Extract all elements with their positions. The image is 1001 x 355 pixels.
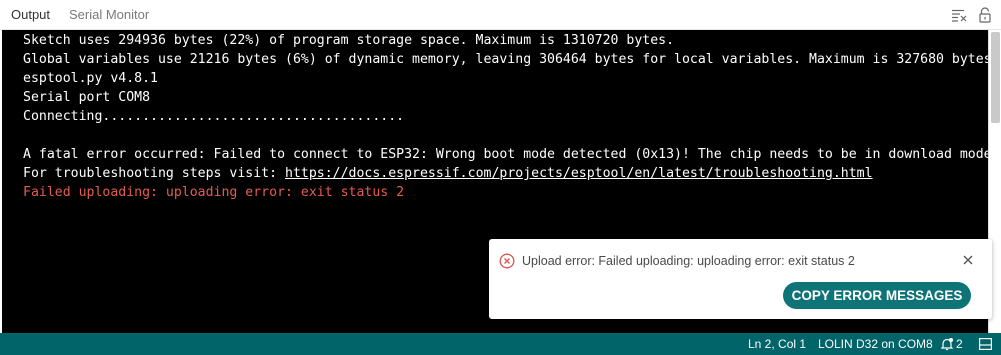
console-line: esptool.py v4.8.1	[23, 71, 158, 86]
console-line: Serial port COM8	[23, 90, 151, 105]
troubleshooting-prefix: For troubleshooting steps visit:	[23, 166, 286, 181]
console-line: Global variables use 21216 bytes (6%) of…	[23, 52, 988, 67]
bell-icon	[940, 338, 954, 351]
clear-output-icon[interactable]	[951, 7, 967, 23]
copy-error-messages-button[interactable]: COPY ERROR MESSAGES	[783, 282, 971, 309]
notification-message: Upload error: Failed uploading: uploadin…	[522, 254, 855, 268]
status-bar: Ln 2, Col 1 LOLIN D32 on COM8 2	[0, 333, 1001, 355]
console-line: A fatal error occurred: Failed to connec…	[23, 147, 988, 162]
scrollbar-thumb[interactable]	[991, 32, 1000, 123]
tab-output[interactable]: Output	[11, 7, 50, 23]
troubleshooting-link[interactable]: https://docs.espressif.com/projects/espt…	[285, 166, 873, 181]
console-line-troubleshooting: For troubleshooting steps visit: https:/…	[23, 164, 873, 183]
lock-scroll-icon[interactable]	[977, 7, 993, 23]
cursor-position[interactable]: Ln 2, Col 1	[748, 333, 806, 355]
notifications-count: 2	[956, 337, 963, 351]
board-selector[interactable]: LOLIN D32 on COM8	[818, 333, 933, 355]
console-line: Sketch uses 294936 bytes (22%) of progra…	[23, 33, 675, 48]
output-panel-header: Output Serial Monitor	[0, 0, 1001, 30]
tab-serial-monitor[interactable]: Serial Monitor	[69, 7, 149, 23]
close-icon[interactable]	[961, 253, 975, 267]
console-line: Connecting..............................…	[23, 109, 405, 124]
console-error-line: Failed uploading: uploading error: exit …	[23, 185, 405, 200]
error-circle-icon	[499, 253, 515, 269]
upload-error-notification: Upload error: Failed uploading: uploadin…	[489, 239, 992, 319]
panel-icon	[979, 338, 992, 350]
